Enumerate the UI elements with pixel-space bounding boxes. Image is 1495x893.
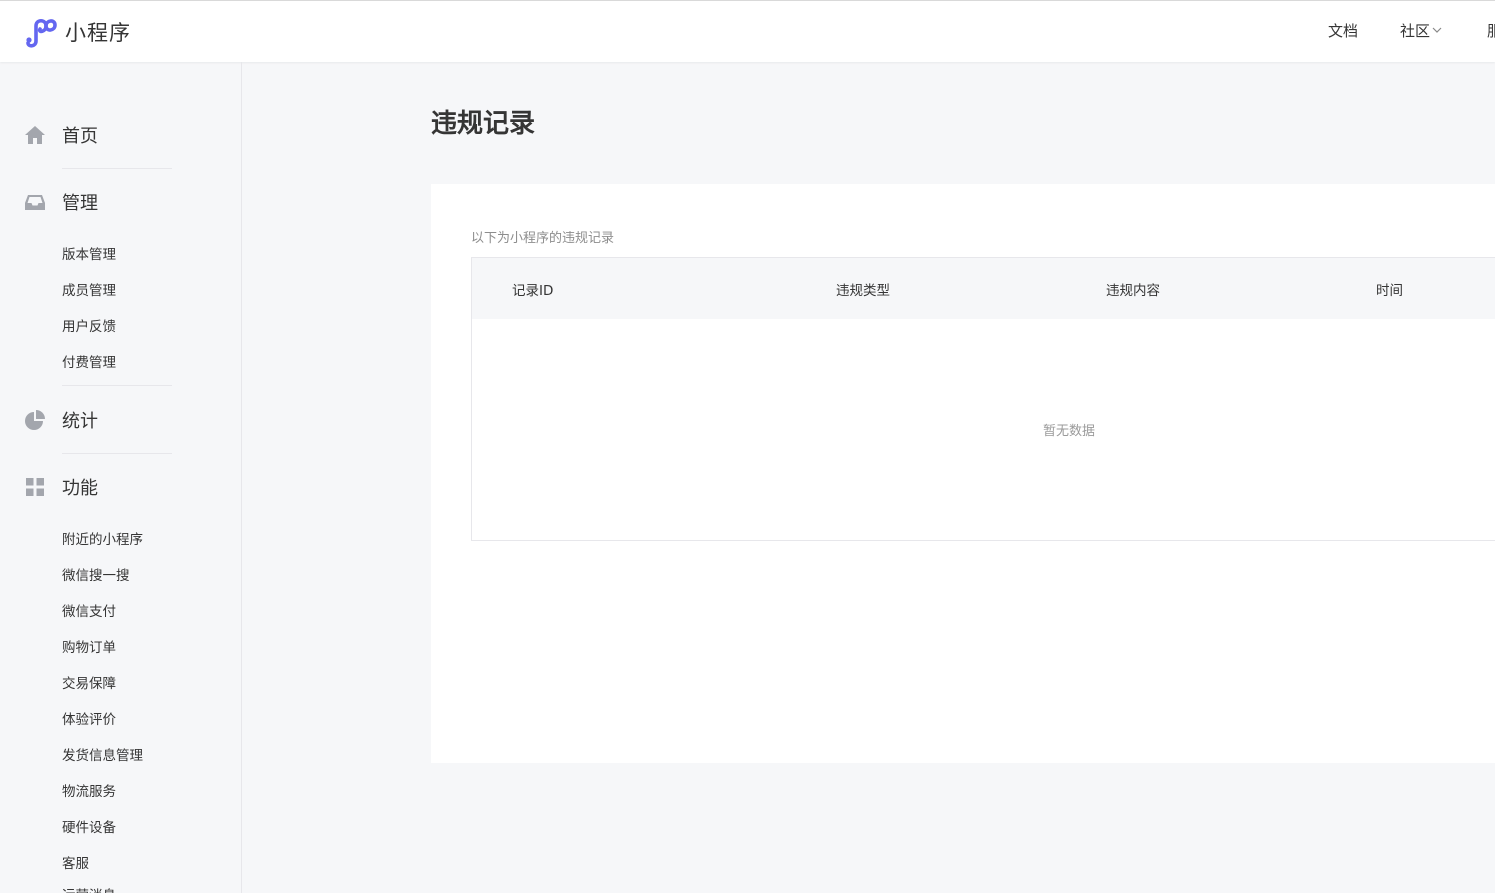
empty-state-text: 暂无数据	[1043, 424, 1096, 439]
nav-docs-link[interactable]: 文档	[1328, 20, 1400, 41]
nav-community-label: 社区	[1400, 22, 1431, 40]
pie-chart-icon	[25, 410, 45, 430]
sidebar-item-home[interactable]: 首页	[0, 115, 241, 155]
grid-icon	[26, 478, 44, 496]
sidebar-section-stats[interactable]: 统计	[0, 400, 241, 440]
sidebar-item-wechat-pay[interactable]: 微信支付	[62, 600, 116, 620]
violation-records-table: 记录ID 违规类型 违规内容 时间 暂无数据	[471, 257, 1495, 541]
sidebar-item-search[interactable]: 微信搜一搜	[62, 564, 130, 584]
column-header-violation-type: 违规类型	[836, 283, 890, 299]
home-icon	[25, 126, 45, 144]
sidebar-item-shipping-info[interactable]: 发货信息管理	[62, 744, 143, 764]
nav-community-link[interactable]: 社区	[1400, 20, 1487, 41]
miniprogram-logo-icon	[26, 18, 57, 48]
inbox-icon	[25, 195, 45, 210]
sidebar-item-experience[interactable]: 体验评价	[62, 708, 116, 728]
sidebar-divider	[62, 385, 172, 386]
sidebar-item-feedback[interactable]: 用户反馈	[62, 315, 116, 335]
sidebar-features-label: 功能	[62, 478, 98, 499]
column-header-record-id: 记录ID	[512, 283, 554, 299]
top-nav: 文档 社区 服	[1328, 20, 1495, 41]
sidebar-item-members[interactable]: 成员管理	[62, 279, 116, 299]
sidebar-item-orders[interactable]: 购物订单	[62, 636, 116, 656]
sidebar-divider	[62, 453, 172, 454]
page-description: 以下为小程序的违规记录	[471, 231, 615, 246]
sidebar-item-nearby[interactable]: 附近的小程序	[62, 528, 143, 548]
page-title: 违规记录	[431, 109, 536, 139]
sidebar-section-features[interactable]: 功能	[0, 467, 241, 507]
column-header-time: 时间	[1376, 283, 1403, 299]
sidebar-divider	[62, 168, 172, 169]
sidebar-home-label: 首页	[62, 126, 98, 147]
sidebar-item-trade-guarantee[interactable]: 交易保障	[62, 672, 116, 692]
nav-service-link[interactable]: 服	[1487, 20, 1495, 41]
logo[interactable]: 小程序	[24, 16, 131, 48]
top-bar: 小程序 文档 社区 服	[0, 0, 1495, 62]
content-panel: 以下为小程序的违规记录 记录ID 违规类型 违规内容 时间 暂无数据	[431, 184, 1495, 763]
app-name: 小程序	[65, 21, 131, 45]
sidebar-item-customer-service[interactable]: 客服	[62, 852, 89, 872]
sidebar-item-operation-message[interactable]: 运营消息	[62, 884, 116, 893]
chevron-down-icon	[1432, 27, 1442, 33]
sidebar-section-manage[interactable]: 管理	[0, 182, 241, 222]
sidebar-stats-label: 统计	[62, 411, 98, 432]
sidebar-item-payment[interactable]: 付费管理	[62, 351, 116, 371]
sidebar-item-version[interactable]: 版本管理	[62, 243, 116, 263]
sidebar-manage-label: 管理	[62, 193, 98, 214]
sidebar: 首页 管理 版本管理 成员管理 用户反馈 付费管理 统计 功能 附近的小程序 微…	[0, 62, 242, 893]
table-header: 记录ID 违规类型 违规内容 时间	[472, 258, 1495, 319]
sidebar-item-hardware[interactable]: 硬件设备	[62, 816, 116, 836]
column-header-violation-content: 违规内容	[1106, 283, 1160, 299]
sidebar-item-logistics[interactable]: 物流服务	[62, 780, 116, 800]
